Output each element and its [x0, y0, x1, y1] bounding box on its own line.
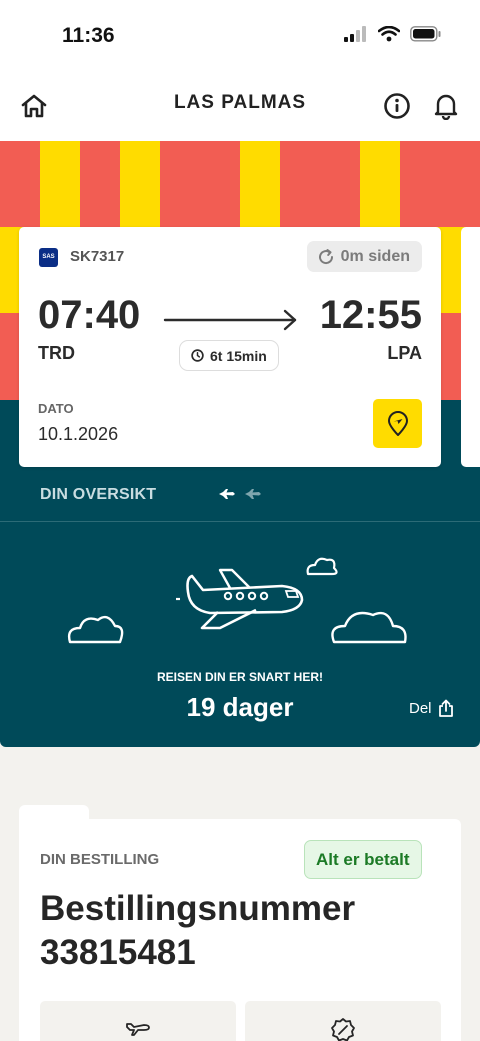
battery-icon [410, 26, 441, 42]
refresh-button[interactable]: 0m siden [306, 241, 422, 272]
prohibited-badge-icon [331, 1018, 355, 1041]
countdown-days: 19 dager [186, 692, 294, 722]
duration-badge: 6t 15min [179, 340, 279, 371]
cloud-icon [331, 611, 407, 644]
cloud-icon [67, 615, 124, 644]
status-bar: 11:36 [0, 0, 480, 70]
booking-label: DIN BESTILLING [40, 851, 160, 868]
plane-icon [126, 1023, 150, 1036]
departure-code: TRD [38, 343, 75, 363]
flight-map-button[interactable] [373, 399, 422, 448]
flight-details-tile[interactable] [40, 1001, 236, 1041]
date-label: DATO [38, 401, 74, 416]
plane-icon [219, 489, 235, 499]
refresh-icon [318, 248, 333, 264]
overview-plane-indicators [218, 488, 262, 500]
overview-label: DIN OVERSIKT [40, 486, 157, 503]
notifications-button[interactable] [432, 92, 460, 121]
updated-label: 0m siden [340, 247, 410, 265]
plane-illustration [176, 568, 304, 630]
share-button[interactable]: Del [409, 699, 454, 718]
info-icon [384, 93, 410, 119]
travel-illustration [67, 557, 407, 644]
arrow-right-icon [163, 309, 297, 331]
share-icon [438, 699, 453, 717]
app-header: LAS PALMAS [0, 70, 480, 141]
airline-logo: SAS [39, 248, 58, 267]
clock-icon [191, 349, 204, 362]
banner-stripes-top [0, 141, 480, 227]
baggage-rules-tile[interactable] [245, 1001, 441, 1041]
booking-title: Bestillingsnummer [40, 889, 356, 928]
flight-card[interactable]: SAS SK7317 0m siden 07:40 12:55 TRD LPA … [19, 227, 441, 467]
payment-status-badge: Alt er betalt [304, 840, 422, 879]
cloud-icon [306, 557, 338, 576]
arrival-code: LPA [387, 343, 422, 363]
status-time: 11:36 [62, 24, 115, 47]
info-button[interactable] [383, 92, 411, 120]
bell-icon [434, 94, 458, 121]
booking-number: 33815481 [40, 933, 196, 972]
departure-time: 07:40 [38, 293, 141, 337]
plane-icon [245, 489, 261, 499]
wifi-icon [378, 26, 400, 42]
duration-label: 6t 15min [210, 347, 267, 364]
share-label: Del [409, 700, 432, 717]
date-value: 10.1.2026 [38, 424, 119, 444]
trip-soon-text: REISEN DIN ER SNART HER! [156, 670, 323, 684]
next-flight-card[interactable] [461, 227, 480, 467]
flight-number: SK7317 [70, 248, 125, 265]
signal-icon [344, 26, 366, 42]
arrival-time: 12:55 [319, 293, 422, 337]
overview-divider [0, 521, 480, 522]
map-pin-plane-icon [387, 410, 408, 436]
status-icons [344, 26, 442, 42]
